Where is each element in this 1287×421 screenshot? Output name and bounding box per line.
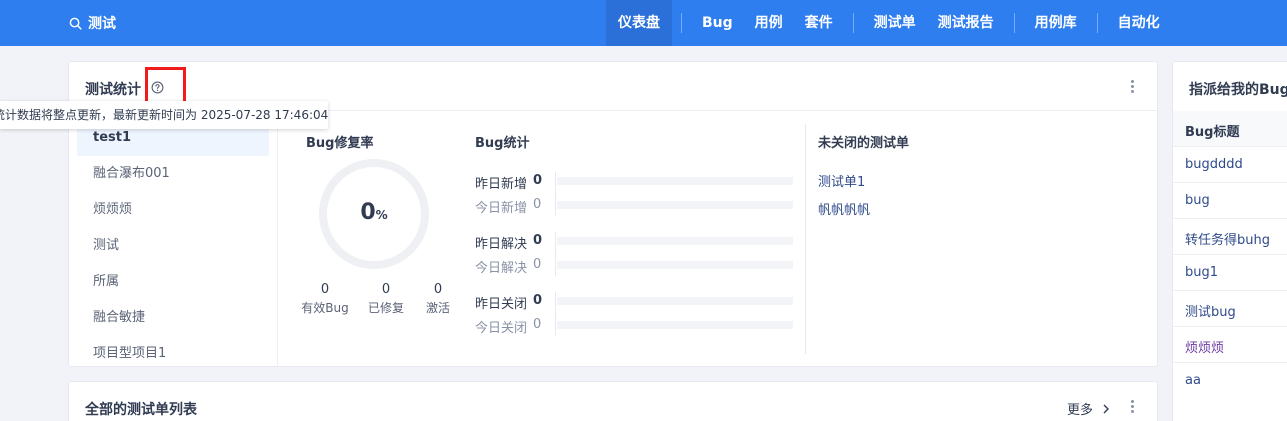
bug-stat-row: 昨日解决 0 — [475, 231, 795, 252]
more-options-icon[interactable] — [1131, 400, 1135, 415]
fixed-stat: 0 已修复 — [367, 282, 404, 315]
bug-row[interactable]: bugdddd — [1173, 147, 1287, 183]
bug-stat-row: 昨日新增 0 — [475, 171, 795, 192]
bug-stat-row: 今日新增 0 — [475, 195, 795, 216]
main-nav: 仪表盘 Bug 用例 套件 测试单 测试报告 用例库 自动化 — [606, 0, 1171, 46]
top-navbar: 测试 仪表盘 Bug 用例 套件 测试单 测试报告 用例库 自动化 — [0, 0, 1287, 46]
search-icon — [69, 17, 82, 30]
testsheet-link[interactable]: 测试单1 — [818, 171, 865, 190]
bug-row[interactable]: 烦烦烦 — [1173, 327, 1287, 363]
bug-row[interactable]: 测试bug — [1173, 291, 1287, 327]
fix-rate-value: 0% — [360, 200, 388, 225]
nav-testreport[interactable]: 测试报告 — [927, 0, 1005, 46]
nav-bug[interactable]: Bug — [691, 0, 744, 46]
open-testsheets-title: 未关闭的测试单 — [818, 136, 910, 151]
nav-divider — [1013, 13, 1015, 33]
card-title: 全部的测试单列表 — [85, 402, 197, 418]
nav-testcase[interactable]: 用例 — [744, 0, 794, 46]
testsheet-link[interactable]: 帆帆帆帆 — [818, 199, 870, 218]
bug-row[interactable]: bug — [1173, 183, 1287, 219]
bug-row[interactable]: bug1 — [1173, 255, 1287, 291]
nav-divider — [852, 13, 854, 33]
active-stat: 0 激活 — [425, 282, 450, 315]
product-name: 测试 — [88, 16, 116, 32]
bug-stat-row: 昨日关闭 0 — [475, 291, 795, 312]
more-options-icon[interactable] — [1131, 80, 1135, 95]
bug-fix-rate-title: Bug修复率 — [306, 136, 374, 151]
bug-row[interactable]: 转任务得buhg — [1173, 219, 1287, 255]
project-item[interactable]: 测试 — [77, 228, 269, 264]
testsheet-list-card: 全部的测试单列表 更多 — [68, 381, 1158, 421]
nav-divider — [681, 13, 682, 33]
valid-bug-stat: 0 有效Bug — [301, 282, 349, 315]
nav-automation[interactable]: 自动化 — [1107, 0, 1171, 46]
divider — [805, 124, 806, 354]
project-item[interactable]: 项目型项目1 — [77, 336, 269, 372]
nav-dashboard[interactable]: 仪表盘 — [606, 0, 672, 46]
bug-stat-row: 今日关闭 0 — [475, 315, 795, 336]
project-list: test1 融合瀑布001 烦烦烦 测试 所属 融合敏捷 项目型项目1 — [77, 120, 269, 372]
card-title: 测试统计 — [85, 82, 141, 98]
product-switcher[interactable]: 测试 — [69, 13, 116, 33]
bug-table-header: Bug标题 — [1173, 111, 1287, 147]
stats-update-tooltip: 统计数据将整点更新，最新更新时间为 2025-07-28 17:46:04。 — [0, 101, 328, 129]
nav-caselib[interactable]: 用例库 — [1024, 0, 1088, 46]
fix-rate-stats: 0 有效Bug 0 已修复 0 激活 — [299, 282, 464, 316]
bug-stats-title: Bug统计 — [475, 136, 530, 151]
project-item[interactable]: 融合瀑布001 — [77, 156, 269, 192]
assigned-bugs-card: 指派给我的Bug Bug标题 bugdddd bug 转任务得buhg bug1… — [1172, 61, 1287, 421]
divider — [277, 111, 278, 367]
nav-suite[interactable]: 套件 — [794, 0, 844, 46]
bug-stat-row: 今日解决 0 — [475, 255, 795, 276]
chevron-right-icon — [1103, 404, 1110, 414]
more-link[interactable]: 更多 — [1067, 399, 1111, 418]
project-item[interactable]: 烦烦烦 — [77, 192, 269, 228]
nav-divider — [1096, 13, 1098, 33]
project-item[interactable]: 所属 — [77, 264, 269, 300]
card-title: 指派给我的Bug — [1189, 82, 1287, 98]
nav-testtask[interactable]: 测试单 — [863, 0, 927, 46]
bug-row[interactable]: aa — [1173, 363, 1287, 399]
project-item[interactable]: 融合敏捷 — [77, 300, 269, 336]
